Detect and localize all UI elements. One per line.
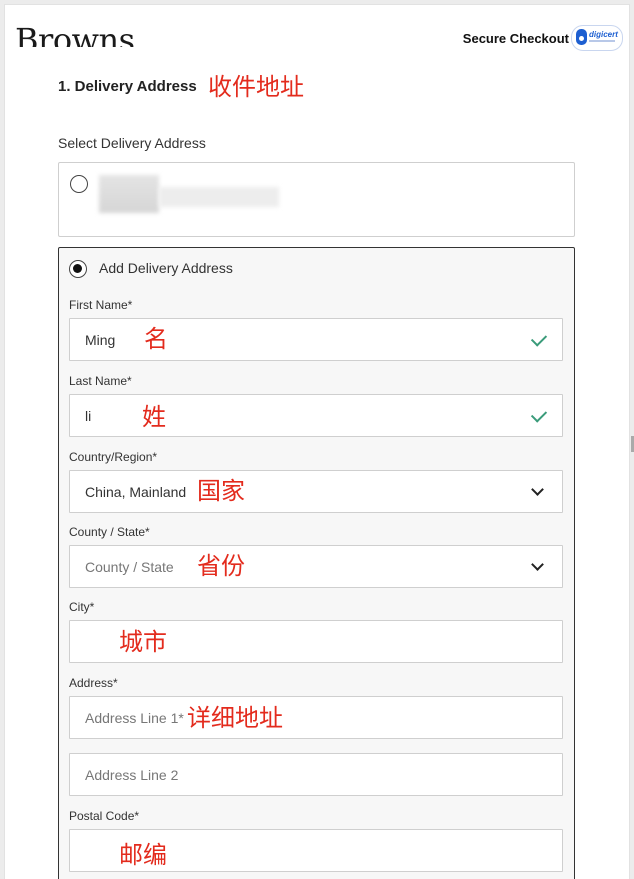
city-label: City* xyxy=(69,600,95,614)
annotation-first-name: 名 xyxy=(144,326,168,353)
annotation-postal-code: 邮编 xyxy=(119,842,167,869)
postal-code-label: Postal Code* xyxy=(69,809,140,823)
address-line2-field[interactable]: Address Line 2 xyxy=(69,753,563,796)
annotation-address: 详细地址 xyxy=(187,705,283,732)
select-delivery-address-label: Select Delivery Address xyxy=(58,135,206,151)
check-icon xyxy=(530,406,548,423)
saved-address-radio[interactable] xyxy=(70,175,88,193)
first-name-label: First Name* xyxy=(69,298,133,312)
annotation-delivery-address: 收件地址 xyxy=(208,74,304,101)
address-line2-placeholder: Address Line 2 xyxy=(85,767,179,783)
digicert-text: digicert xyxy=(589,30,618,39)
last-name-value: li xyxy=(85,408,92,424)
first-name-value: Ming xyxy=(85,332,116,348)
chevron-down-icon xyxy=(531,483,544,496)
redacted-address-block-2 xyxy=(159,187,279,207)
digicert-badge: digicert xyxy=(571,25,623,51)
secure-checkout-label: Secure Checkout xyxy=(462,31,569,46)
address-line1-placeholder: Address Line 1* xyxy=(85,710,184,726)
checkout-page: Browns Secure Checkout digicert 1. Deliv… xyxy=(4,4,630,879)
browns-logo[interactable]: Browns xyxy=(15,23,135,47)
last-name-label: Last Name* xyxy=(69,374,132,388)
saved-address-option[interactable] xyxy=(58,162,575,237)
country-select[interactable]: China, Mainland xyxy=(69,470,563,513)
chevron-down-icon xyxy=(531,558,544,571)
annotation-city: 城市 xyxy=(119,629,167,656)
add-address-form: Add Delivery Address First Name* Ming 名 … xyxy=(58,247,575,879)
redacted-address-block xyxy=(99,175,159,213)
annotation-state: 省份 xyxy=(197,553,245,580)
lock-icon xyxy=(576,29,587,45)
address-label: Address* xyxy=(69,676,118,690)
add-delivery-address-label: Add Delivery Address xyxy=(99,260,233,276)
digicert-subline xyxy=(589,40,615,42)
check-icon xyxy=(530,330,548,347)
country-value: China, Mainland xyxy=(85,484,187,500)
state-label: County / State* xyxy=(69,525,150,539)
state-placeholder: County / State xyxy=(85,559,174,575)
annotation-country: 国家 xyxy=(197,478,245,505)
add-address-radio[interactable] xyxy=(69,260,87,278)
state-select[interactable]: County / State xyxy=(69,545,563,588)
step-title: 1. Delivery Address xyxy=(58,78,197,95)
address-line1-field[interactable]: Address Line 1* xyxy=(69,696,563,739)
annotation-last-name: 姓 xyxy=(142,404,166,431)
country-label: Country/Region* xyxy=(69,450,158,464)
